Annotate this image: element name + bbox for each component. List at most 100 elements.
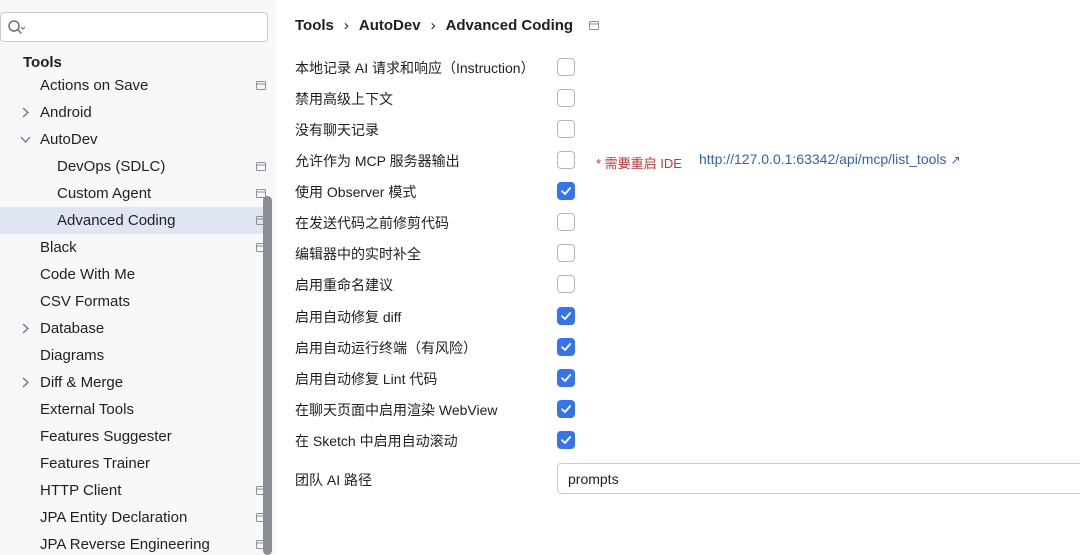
sidebar-item-http-client[interactable]: HTTP Client [0, 477, 268, 504]
setting-checkbox[interactable] [557, 369, 575, 387]
setting-label: 启用自动修复 Lint 代码 [295, 371, 438, 387]
team-ai-path-input[interactable] [557, 463, 1080, 494]
search-input[interactable] [29, 17, 259, 37]
sidebar-item-external-tools[interactable]: External Tools [0, 396, 268, 423]
setting-row: 启用自动运行终端（有风险） [295, 335, 1080, 359]
checkmark-icon [561, 405, 572, 413]
sidebar-item-label: External Tools [40, 401, 134, 418]
external-link-icon: ↗ [950, 153, 961, 167]
setting-row: 启用自动修复 diff [295, 304, 1080, 328]
checkmark-icon [561, 374, 572, 382]
sidebar-item-label: AutoDev [40, 131, 98, 148]
sidebar-item-jpa-reverse-engineering[interactable]: JPA Reverse Engineering [0, 531, 268, 555]
sidebar-item-label: HTTP Client [40, 482, 122, 499]
breadcrumb-item-autodev[interactable]: AutoDev [359, 17, 421, 34]
sidebar-item-label: Code With Me [40, 266, 136, 283]
sidebar-item-features-suggester[interactable]: Features Suggester [0, 423, 268, 450]
sidebar-item-label: Features Suggester [40, 428, 172, 445]
breadcrumb: Tools › AutoDev › Advanced Coding [295, 14, 600, 36]
restart-required-note: * 需要重启 IDE [596, 156, 682, 171]
setting-checkbox[interactable] [557, 431, 575, 449]
sidebar-item-android[interactable]: Android [0, 99, 268, 126]
chevron-right-icon[interactable] [20, 377, 31, 388]
search-box[interactable] [0, 12, 268, 42]
breadcrumb-item-advanced-coding: Advanced Coding [445, 16, 574, 34]
sidebar-item-label: Diff & Merge [40, 374, 124, 391]
sidebar-item-label: Database [40, 320, 105, 337]
checkmark-icon [561, 187, 572, 195]
setting-checkbox[interactable] [557, 213, 575, 231]
setting-label: 使用 Observer 模式 [295, 184, 417, 200]
sidebar-item-actions-on-save[interactable]: Actions on Save [0, 72, 268, 99]
sidebar-item-label: JPA Reverse Engineering [40, 536, 210, 553]
setting-row: 本地记录 AI 请求和响应（Instruction） [295, 55, 1080, 79]
setting-row: 没有聊天记录 [295, 117, 1080, 141]
setting-checkbox[interactable] [557, 244, 575, 262]
setting-label: 启用自动修复 diff [295, 309, 402, 325]
sidebar-item-custom-agent[interactable]: Custom Agent [0, 180, 268, 207]
breadcrumb-separator: › [430, 16, 436, 34]
setting-label: 在发送代码之前修剪代码 [295, 215, 449, 231]
project-level-icon [256, 81, 266, 90]
setting-label: 禁用高级上下文 [295, 91, 393, 107]
setting-label: 编辑器中的实时补全 [295, 246, 421, 262]
setting-row: 编辑器中的实时补全 [295, 241, 1080, 265]
setting-row: 使用 Observer 模式 [295, 179, 1080, 203]
setting-checkbox[interactable] [557, 400, 575, 418]
setting-label: 在聊天页面中启用渲染 WebView [295, 402, 498, 418]
setting-row: 在 Sketch 中启用自动滚动 [295, 428, 1080, 452]
team-ai-path-row: 团队 AI 路径 [295, 463, 1080, 495]
setting-row: 在发送代码之前修剪代码 [295, 210, 1080, 234]
setting-row: 在聊天页面中启用渲染 WebView [295, 397, 1080, 421]
search-icon [8, 20, 25, 35]
setting-checkbox[interactable] [557, 120, 575, 138]
setting-label: 没有聊天记录 [295, 122, 379, 138]
sidebar-item-code-with-me[interactable]: Code With Me [0, 261, 268, 288]
sidebar-item-features-trainer[interactable]: Features Trainer [0, 450, 268, 477]
sidebar-item-label: CSV Formats [40, 293, 131, 310]
sidebar-item-advanced-coding[interactable]: Advanced Coding [0, 207, 268, 234]
setting-checkbox[interactable] [557, 307, 575, 325]
sidebar-item-label: Features Trainer [40, 455, 151, 472]
breadcrumb-item-tools[interactable]: Tools [295, 17, 334, 34]
sidebar-item-black[interactable]: Black [0, 234, 268, 261]
team-ai-path-label: 团队 AI 路径 [295, 472, 373, 488]
checkmark-icon [561, 343, 572, 351]
settings-sidebar: Tools Actions on Save Android AutoDev DevOp… [0, 0, 276, 555]
sidebar-item-devops-sdlc[interactable]: DevOps (SDLC) [0, 153, 268, 180]
project-level-icon [256, 162, 266, 171]
sidebar-scrollbar[interactable] [263, 196, 272, 555]
sidebar-item-label: Black [40, 239, 77, 256]
mcp-tools-link-text: http://127.0.0.1:63342/api/mcp/list_tool… [699, 151, 947, 167]
setting-checkbox[interactable] [557, 275, 575, 293]
setting-checkbox[interactable] [557, 89, 575, 107]
sidebar-item-label: Actions on Save [40, 77, 149, 94]
sidebar-item-database[interactable]: Database [0, 315, 268, 342]
setting-checkbox[interactable] [557, 338, 575, 356]
setting-label: 本地记录 AI 请求和响应（Instruction） [295, 60, 535, 76]
chevron-down-icon[interactable] [20, 134, 31, 145]
sidebar-item-label: Android [40, 104, 92, 121]
sidebar-item-label: JPA Entity Declaration [40, 509, 188, 526]
setting-row: 启用重命名建议 [295, 272, 1080, 296]
setting-checkbox[interactable] [557, 151, 575, 169]
setting-label: 在 Sketch 中启用自动滚动 [295, 433, 458, 449]
sidebar-item-csv-formats[interactable]: CSV Formats [0, 288, 268, 315]
settings-tree: Actions on Save Android AutoDev DevOps (SDL… [0, 72, 268, 555]
sidebar-item-label: DevOps (SDLC) [57, 158, 166, 175]
chevron-right-icon[interactable] [20, 107, 31, 118]
checkmark-icon [561, 436, 572, 444]
breadcrumb-separator: › [343, 16, 349, 34]
sidebar-item-label: Advanced Coding [57, 212, 176, 229]
sidebar-item-diagrams[interactable]: Diagrams [0, 342, 268, 369]
setting-row: 禁用高级上下文 [295, 86, 1080, 110]
setting-checkbox[interactable] [557, 182, 575, 200]
setting-checkbox[interactable] [557, 58, 575, 76]
sidebar-item-autodev[interactable]: AutoDev [0, 126, 268, 153]
sidebar-item-label: Diagrams [40, 347, 105, 364]
sidebar-item-jpa-entity-declaration[interactable]: JPA Entity Declaration [0, 504, 268, 531]
mcp-tools-link[interactable]: http://127.0.0.1:63342/api/mcp/list_tool… [699, 151, 961, 167]
sidebar-item-diff-merge[interactable]: Diff & Merge [0, 369, 268, 396]
sidebar-item-label: Custom Agent [57, 185, 152, 202]
chevron-right-icon[interactable] [20, 323, 31, 334]
